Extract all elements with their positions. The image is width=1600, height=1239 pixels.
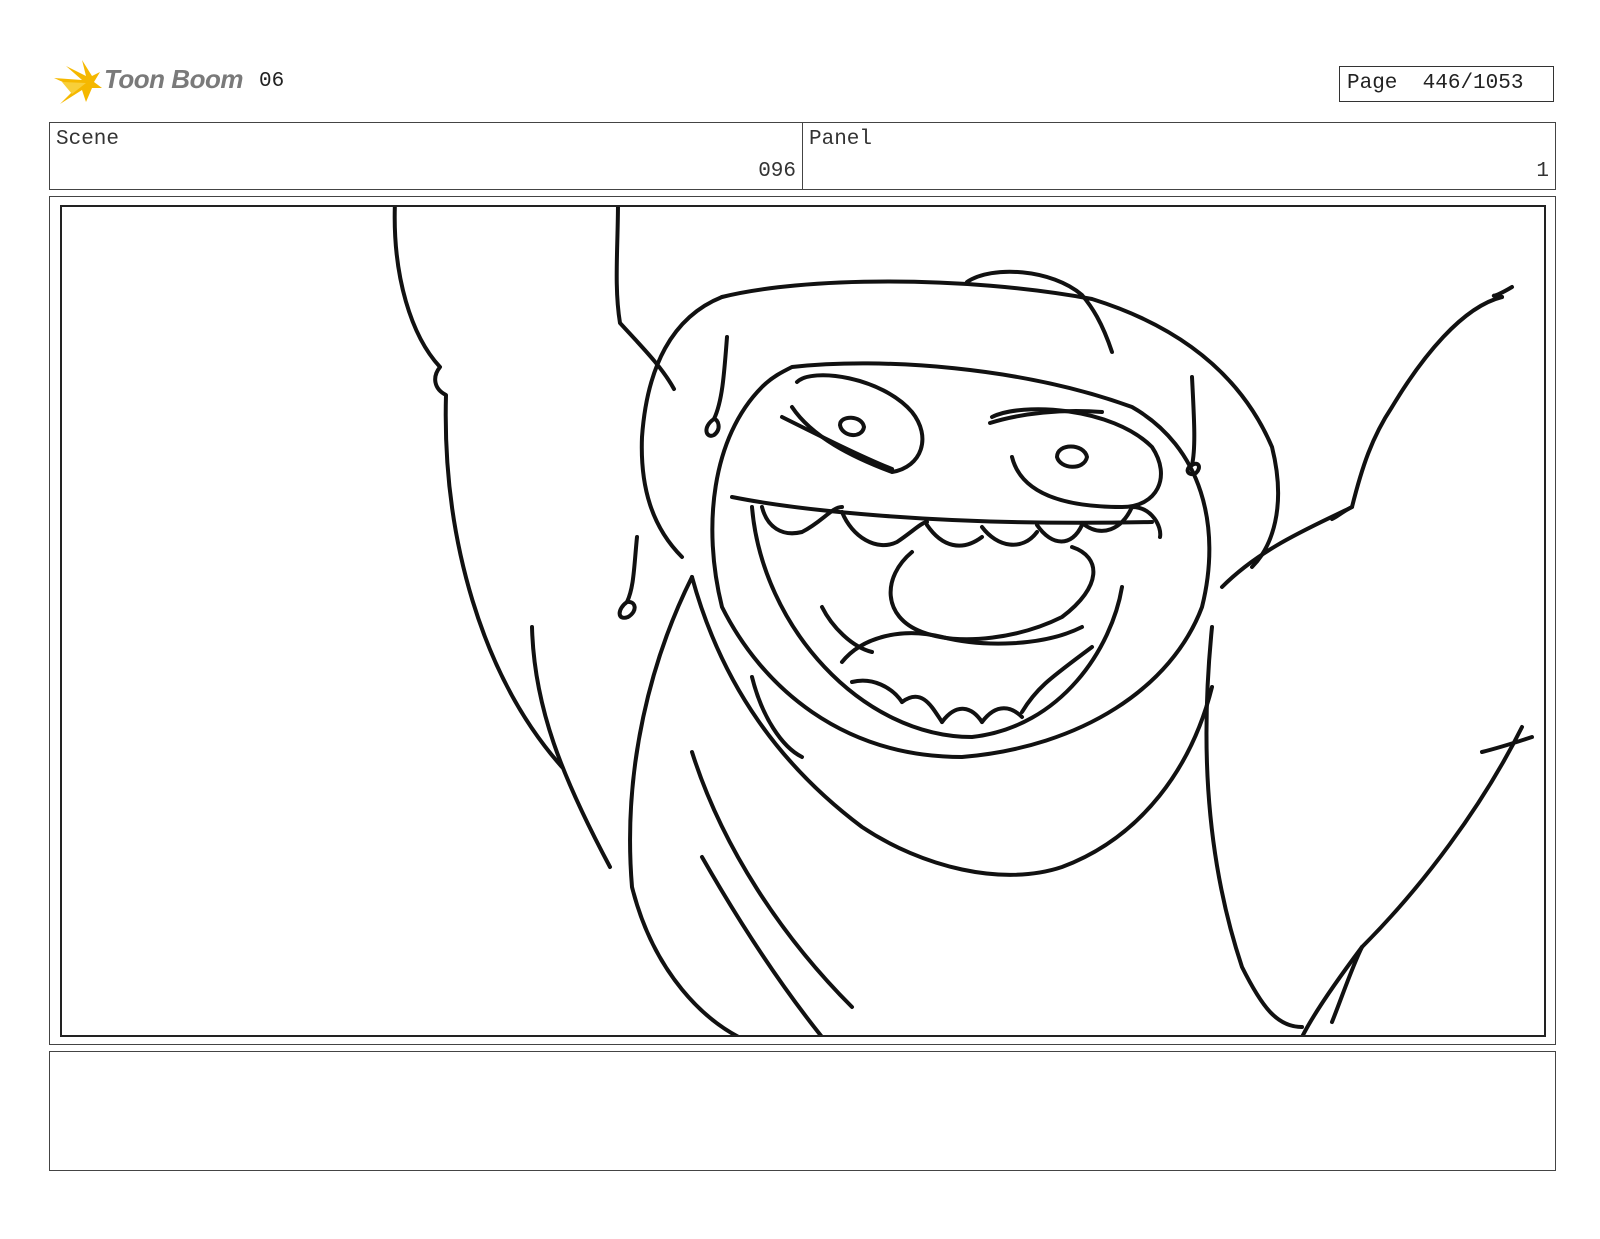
scene-label: Scene [56,128,120,151]
sequence-number: 06 [259,70,285,93]
toon-boom-logo: Toon Boom [52,58,243,110]
character-sketch [392,207,1534,1035]
storyboard-frame [60,205,1546,1037]
page-header: Toon Boom 06 Page 446/1053 [0,0,1600,120]
page-value: 446/1053 [1422,72,1524,95]
page-label: Page [1347,72,1398,95]
burst-icon [54,60,102,104]
scene-value: 096 [758,160,796,183]
panel-value: 1 [1536,160,1549,183]
page-indicator: Page 446/1053 [1339,66,1554,102]
logo-text: Toon Boom [104,64,243,94]
scene-panel-row: Scene 096 Panel 1 [49,122,1556,190]
scene-cell: Scene 096 [50,123,803,189]
panel-label: Panel [809,128,873,151]
notes-box [49,1051,1556,1171]
panel-cell: Panel 1 [803,123,1555,189]
